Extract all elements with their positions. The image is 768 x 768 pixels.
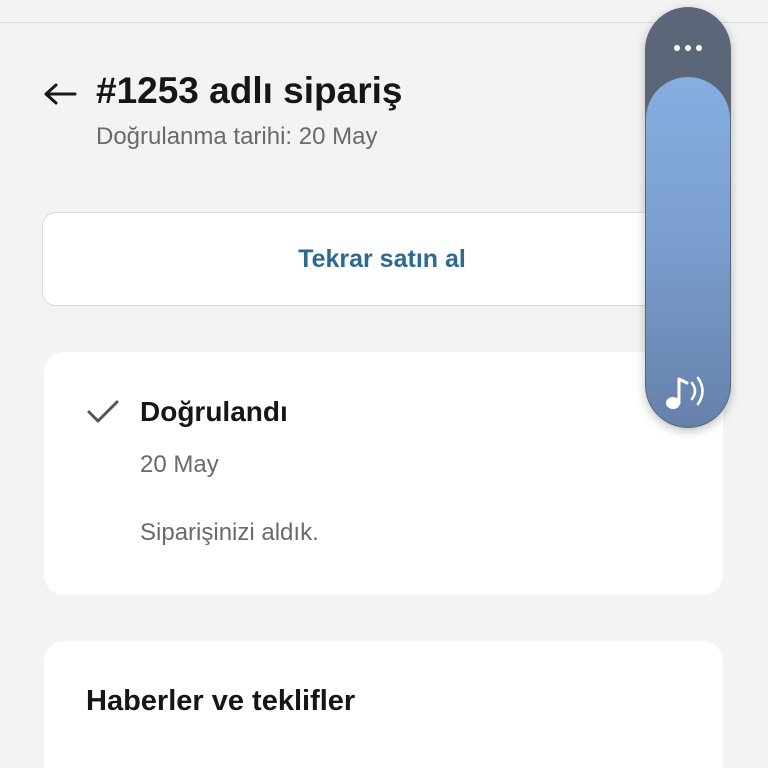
menu-dot [696, 45, 702, 51]
menu-dot [674, 45, 680, 51]
checkmark-icon [87, 400, 119, 423]
menu-dot [685, 45, 691, 51]
news-offers-card[interactable]: Haberler ve teklifler [44, 641, 723, 768]
order-status-card: Doğrulandı 20 May Siparişinizi aldık. [44, 352, 723, 595]
arrow-left-icon [44, 83, 77, 105]
order-detail-page: #1253 adlı sipariş Doğrulanma tarihi: 20… [0, 0, 768, 768]
back-button[interactable] [40, 74, 80, 114]
verification-date: Doğrulanma tarihi: 20 May [96, 123, 378, 150]
floating-assistant-widget[interactable] [645, 7, 731, 428]
news-offers-title: Haberler ve teklifler [86, 685, 356, 717]
more-horizontal-icon[interactable] [645, 35, 731, 61]
buy-again-button[interactable]: Tekrar satın al [42, 212, 722, 306]
music-note-sound-icon[interactable] [663, 369, 713, 415]
page-title: #1253 adlı sipariş [96, 70, 403, 111]
top-divider [0, 22, 768, 23]
status-title: Doğrulandı [140, 396, 288, 427]
status-date: 20 May [140, 451, 219, 478]
buy-again-label: Tekrar satın al [298, 244, 466, 273]
status-message: Siparişinizi aldık. [140, 519, 319, 546]
